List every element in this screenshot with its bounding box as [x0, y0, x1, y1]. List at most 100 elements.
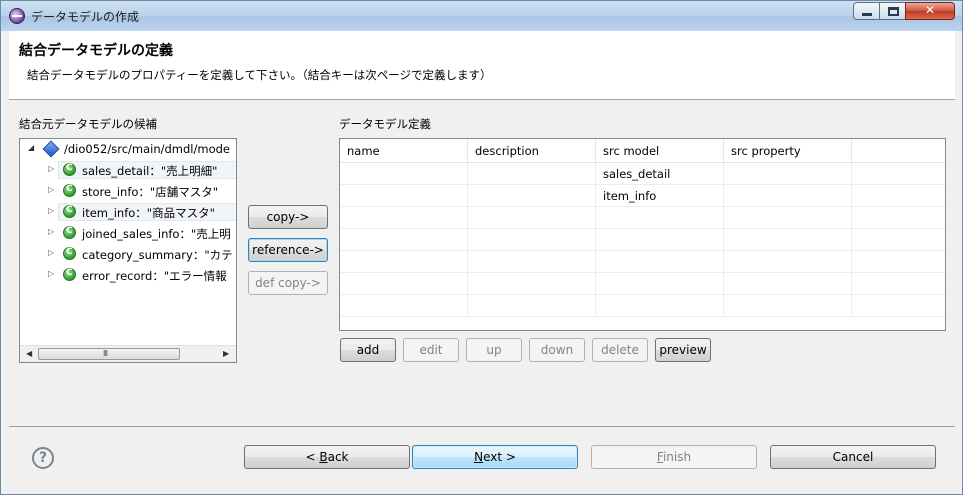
collapsed-arrow-icon[interactable]: ▷	[48, 206, 54, 215]
table-cell[interactable]	[596, 273, 724, 295]
table-cell[interactable]	[340, 251, 468, 273]
help-icon[interactable]: ?	[32, 447, 54, 469]
close-icon: ✕	[924, 3, 936, 17]
table-cell[interactable]	[724, 185, 852, 207]
table-cell[interactable]	[724, 251, 852, 273]
definition-label: データモデル定義	[339, 117, 431, 131]
tree-item[interactable]: ▷ sales_detail："売上明細"	[20, 160, 236, 180]
minimize-button[interactable]	[853, 2, 880, 20]
table-cell[interactable]: sales_detail	[596, 163, 724, 185]
table-cell[interactable]	[468, 229, 596, 251]
scroll-left-icon[interactable]: ◀	[26, 349, 32, 358]
next-button[interactable]: Next >	[412, 445, 578, 469]
back-button[interactable]: < Back	[244, 445, 410, 469]
tree-item-label: store_info："店舗マスタ"	[82, 185, 218, 199]
next-rest: ext >	[483, 450, 516, 464]
table-cell[interactable]	[724, 229, 852, 251]
table-cell[interactable]	[340, 163, 468, 185]
back-mnemonic: B	[319, 450, 328, 464]
collapsed-arrow-icon[interactable]: ▷	[48, 227, 54, 236]
table-cell[interactable]	[724, 295, 852, 317]
table-row[interactable]: sales_detail	[340, 163, 945, 185]
table-row[interactable]	[340, 251, 945, 273]
tree-item-label: category_summary："カテ	[82, 248, 233, 262]
candidates-tree[interactable]: ◢ /dio052/src/main/dmdl/mode ▷ sales_det…	[19, 138, 237, 363]
column-header-src-model[interactable]: src model	[596, 139, 724, 163]
table-cell[interactable]	[468, 295, 596, 317]
tree-item-label: joined_sales_info："売上明	[82, 227, 231, 241]
model-icon	[63, 184, 76, 197]
table-cell[interactable]	[468, 163, 596, 185]
table-row[interactable]	[340, 229, 945, 251]
column-header-filler	[852, 139, 945, 163]
minimize-icon	[862, 13, 872, 16]
def-copy-button[interactable]: def copy->	[248, 271, 328, 295]
table-cell[interactable]	[340, 295, 468, 317]
next-mnemonic: N	[474, 450, 484, 464]
scrollbar-thumb[interactable]: III	[38, 348, 180, 360]
copy-button[interactable]: copy->	[248, 205, 328, 229]
window-title: データモデルの作成	[31, 10, 140, 24]
finish-button[interactable]: Finish	[591, 445, 757, 469]
tree-root[interactable]: ◢ /dio052/src/main/dmdl/mode	[20, 139, 236, 159]
column-header-src-property[interactable]: src property	[724, 139, 852, 163]
table-cell[interactable]	[596, 295, 724, 317]
table-cell[interactable]	[724, 207, 852, 229]
table-header: name description src model src property	[340, 139, 945, 163]
edit-button[interactable]: edit	[403, 338, 459, 362]
table-cell[interactable]	[468, 185, 596, 207]
maximize-button[interactable]	[879, 2, 906, 20]
title-bar: データモデルの作成 ✕	[1, 1, 962, 31]
expanded-arrow-icon[interactable]: ◢	[28, 143, 34, 152]
table-cell[interactable]	[340, 273, 468, 295]
model-icon	[63, 247, 76, 260]
column-header-name[interactable]: name	[340, 139, 468, 163]
add-button[interactable]: add	[340, 338, 396, 362]
reference-button[interactable]: reference->	[248, 238, 328, 262]
tree-item-label: error_record："エラー情報	[82, 269, 227, 283]
down-button[interactable]: down	[529, 338, 585, 362]
table-cell[interactable]	[468, 273, 596, 295]
definition-table[interactable]: name description src model src property …	[339, 138, 946, 331]
package-icon	[42, 140, 60, 158]
tree-item-label: sales_detail："売上明細"	[82, 164, 218, 178]
tree-item-label: item_info："商品マスタ"	[82, 206, 215, 220]
table-cell[interactable]	[596, 207, 724, 229]
table-cell[interactable]	[724, 163, 852, 185]
table-cell[interactable]: item_info	[596, 185, 724, 207]
dialog-window: データモデルの作成 ✕ 結合データモデルの定義 結合データモデルのプロパティーを…	[0, 0, 963, 495]
table-row[interactable]	[340, 207, 945, 229]
table-cell[interactable]	[340, 229, 468, 251]
up-button[interactable]: up	[466, 338, 522, 362]
collapsed-arrow-icon[interactable]: ▷	[48, 269, 54, 278]
table-cell[interactable]	[340, 185, 468, 207]
horizontal-scrollbar[interactable]: ◀ III ▶	[20, 345, 236, 362]
close-button[interactable]: ✕	[905, 2, 955, 20]
cancel-button[interactable]: Cancel	[770, 445, 936, 469]
table-row[interactable]	[340, 273, 945, 295]
tree-item[interactable]: ▷ error_record："エラー情報	[20, 265, 236, 285]
preview-button[interactable]: preview	[655, 338, 711, 362]
table-row[interactable]	[340, 295, 945, 317]
tree-item[interactable]: ▷ item_info："商品マスタ"	[20, 202, 236, 222]
table-cell[interactable]	[340, 207, 468, 229]
table-cell[interactable]	[468, 251, 596, 273]
scrollbar-grip: III	[103, 349, 108, 358]
scroll-right-icon[interactable]: ▶	[223, 349, 229, 358]
table-cell[interactable]	[596, 251, 724, 273]
model-icon	[63, 268, 76, 281]
collapsed-arrow-icon[interactable]: ▷	[48, 185, 54, 194]
tree-item[interactable]: ▷ joined_sales_info："売上明	[20, 223, 236, 243]
table-cell[interactable]	[724, 273, 852, 295]
delete-button[interactable]: delete	[592, 338, 648, 362]
collapsed-arrow-icon[interactable]: ▷	[48, 164, 54, 173]
table-row[interactable]: item_info	[340, 185, 945, 207]
candidates-label: 結合元データモデルの候補	[19, 117, 157, 131]
tree-item[interactable]: ▷ store_info："店舗マスタ"	[20, 181, 236, 201]
finish-rest: inish	[662, 450, 692, 464]
tree-item[interactable]: ▷ category_summary："カテ	[20, 244, 236, 264]
column-header-description[interactable]: description	[468, 139, 596, 163]
collapsed-arrow-icon[interactable]: ▷	[48, 248, 54, 257]
table-cell[interactable]	[596, 229, 724, 251]
table-cell[interactable]	[468, 207, 596, 229]
